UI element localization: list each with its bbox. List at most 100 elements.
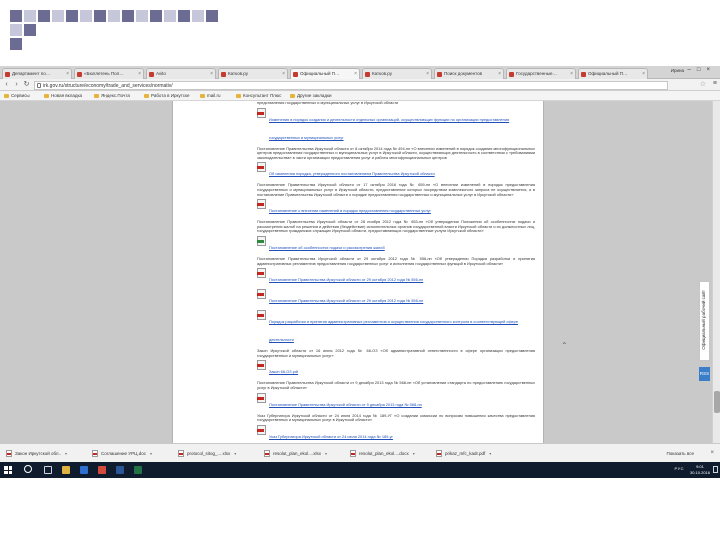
- close-tab-icon[interactable]: ×: [282, 69, 285, 79]
- chevron-down-icon[interactable]: ▾: [234, 451, 236, 456]
- url-input[interactable]: irk.gov.ru/structure/economy/trade_and_s…: [34, 80, 668, 90]
- pdf-file-icon[interactable]: [257, 199, 266, 210]
- decorative-square: [150, 10, 162, 22]
- document-paragraph: Постановление Правительства Иркутской об…: [257, 255, 535, 266]
- attachment-link[interactable]: Об изменении порядка, утвержденного пост…: [269, 171, 435, 177]
- pdf-file-icon[interactable]: [257, 392, 266, 403]
- menu-icon[interactable]: ≡: [713, 80, 717, 87]
- download-item[interactable]: Соглашение УРЦ.doc ▾: [92, 447, 152, 460]
- windows-start-icon[interactable]: [4, 466, 12, 474]
- pdf-file-icon[interactable]: [257, 360, 266, 371]
- attachment-link[interactable]: Постановление Правительства Иркутской об…: [269, 277, 423, 282]
- attachment-link[interactable]: Порядок разработки и принятия администра…: [269, 319, 518, 342]
- decorative-square: [108, 10, 120, 22]
- close-icon[interactable]: ×: [710, 447, 714, 460]
- bookmark-item[interactable]: Другие закладки: [290, 92, 331, 100]
- bookmark-item[interactable]: Работа в Иркутске: [144, 92, 190, 100]
- bookmark-label: Сервисы: [11, 93, 30, 98]
- browser-tab[interactable]: Катков.ру ×: [362, 68, 432, 79]
- clock[interactable]: 9:01 30.10.2016: [690, 464, 710, 476]
- browser-tab[interactable]: Катков.ру ×: [218, 68, 288, 79]
- bookmark-label: Новая вкладка: [51, 93, 83, 98]
- forward-arrow-icon[interactable]: ›: [12, 80, 21, 89]
- side-badge[interactable]: RSS: [699, 367, 710, 381]
- close-tab-icon[interactable]: ×: [354, 69, 357, 79]
- decorative-square: [10, 10, 22, 22]
- page-icon: [509, 72, 514, 77]
- pdf-file-icon[interactable]: [257, 107, 266, 118]
- pdf-file-icon[interactable]: [257, 310, 266, 321]
- tab-label: Катков.ру: [372, 71, 392, 76]
- attachment-link[interactable]: Закон 66-ОЗ.pdf: [269, 369, 298, 375]
- close-tab-icon[interactable]: ×: [426, 69, 429, 79]
- browser-tab[interactable]: Avito ×: [146, 68, 216, 79]
- download-item[interactable]: resolut_plan_ekol....docx ▾: [350, 447, 415, 460]
- close-tab-icon[interactable]: ×: [570, 69, 573, 79]
- folder-icon: [200, 94, 205, 98]
- browser-tab[interactable]: Департамент по… ×: [2, 68, 72, 79]
- pdf-file-icon[interactable]: [257, 268, 266, 279]
- download-item[interactable]: resolut_plan_ekol....xlsx ▾: [264, 447, 327, 460]
- star-icon[interactable]: ☆: [700, 80, 706, 88]
- bookmark-item[interactable]: Консультант Плюс: [236, 92, 281, 100]
- bookmark-label: Работа в Иркутске: [151, 93, 190, 98]
- task-view-icon[interactable]: [44, 466, 52, 474]
- excel-icon[interactable]: [134, 466, 142, 474]
- browser-tab[interactable]: Официальный П… ×: [290, 68, 360, 79]
- close-tab-icon[interactable]: ×: [138, 69, 141, 79]
- close-tab-icon[interactable]: ×: [498, 69, 501, 79]
- browser-tab[interactable]: Государственные… ×: [506, 68, 576, 79]
- chevron-down-icon[interactable]: ▾: [65, 451, 67, 456]
- close-tab-icon[interactable]: ×: [66, 69, 69, 79]
- pdf-file-icon[interactable]: [257, 162, 266, 173]
- search-icon[interactable]: [24, 465, 32, 473]
- close-tab-icon[interactable]: ×: [642, 69, 645, 79]
- page-icon: [293, 72, 298, 77]
- attachment-link[interactable]: Постановление Правительства Иркутской об…: [269, 298, 423, 303]
- page-info-icon: [37, 82, 41, 88]
- attachment-item: Постановление об особенностях подачи и р…: [257, 235, 535, 254]
- bookmark-item[interactable]: Сервисы: [4, 92, 30, 100]
- scrollbar-thumb[interactable]: [714, 391, 720, 413]
- vertical-scrollbar[interactable]: [712, 101, 720, 443]
- download-item[interactable]: prikaz_mfc_kadr.pdf ▾: [436, 447, 491, 460]
- attachment-link[interactable]: Постановление об особенностях подачи и р…: [269, 245, 385, 250]
- profile-name[interactable]: Ирина: [671, 68, 684, 73]
- download-item[interactable]: Закон Иркутской обл.. ▾: [6, 447, 67, 460]
- page-icon: [581, 72, 586, 77]
- back-arrow-icon[interactable]: ‹: [2, 80, 11, 89]
- bookmark-item[interactable]: Новая вкладка: [44, 92, 82, 100]
- chevron-down-icon[interactable]: ▾: [325, 451, 327, 456]
- bookmark-item[interactable]: Яндекс.Почта: [94, 92, 130, 100]
- attachment-link[interactable]: Постановление о внесении изменений в пор…: [269, 208, 431, 213]
- document-file-icon[interactable]: [257, 235, 266, 246]
- side-widget[interactable]: Официальный рабочий сайт: [699, 281, 710, 361]
- pdf-file-icon[interactable]: [257, 289, 266, 300]
- reload-icon[interactable]: ↻: [22, 80, 31, 89]
- window-controls[interactable]: –□×: [688, 67, 716, 73]
- chevron-down-icon[interactable]: ▾: [489, 451, 491, 456]
- browser-edge-icon[interactable]: [80, 466, 88, 474]
- notifications-icon[interactable]: [713, 466, 718, 473]
- attachment-link[interactable]: Постановление Правительства Иркутской об…: [269, 402, 422, 407]
- browser-tab[interactable]: Официальный П… ×: [578, 68, 648, 79]
- chevron-down-icon[interactable]: ▾: [150, 451, 152, 456]
- chevron-down-icon[interactable]: ▾: [413, 451, 415, 456]
- word-icon[interactable]: [116, 466, 124, 474]
- attachment-item: Постановление Правительства Иркутской об…: [257, 268, 535, 286]
- file-explorer-icon[interactable]: [62, 466, 70, 474]
- pdf-file-icon[interactable]: [257, 424, 266, 435]
- chrome-icon[interactable]: [98, 466, 106, 474]
- browser-tab[interactable]: Поиск документов ×: [434, 68, 504, 79]
- attachment-link[interactable]: Изменения в порядок создания и деятельно…: [269, 117, 509, 140]
- attachment-link[interactable]: Указ Губернатора Иркутской области от 24…: [269, 434, 393, 439]
- browser-tab[interactable]: «Бюллетень Пол… ×: [74, 68, 144, 79]
- bookmark-item[interactable]: mail.ru: [200, 92, 221, 100]
- download-item[interactable]: protocol_sitog_....xlsx ▾: [178, 447, 236, 460]
- close-tab-icon[interactable]: ×: [210, 69, 213, 79]
- tab-label: Официальный П…: [588, 71, 628, 76]
- decorative-square: [206, 10, 218, 22]
- input-language[interactable]: РУС: [674, 466, 684, 471]
- show-all-downloads-link[interactable]: Показать все: [667, 447, 694, 460]
- document-page: представления государственных и муниципа…: [172, 101, 544, 443]
